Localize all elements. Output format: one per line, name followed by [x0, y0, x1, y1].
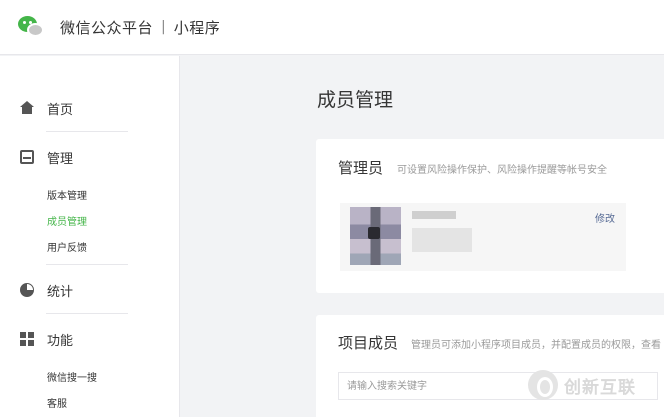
- admin-card-description: 可设置风险操作保护、风险操作提醒等帐号安全: [397, 165, 607, 176]
- features-icon: [20, 332, 34, 346]
- sidebar-divider: [46, 313, 128, 314]
- sidebar-item-label: 管理: [47, 151, 74, 167]
- wechat-logo-icon[interactable]: [18, 14, 46, 40]
- sidebar-item-features[interactable]: 功能: [0, 329, 180, 349]
- watermark-logo-icon: [528, 370, 558, 400]
- sidebar-item-label: 统计: [47, 284, 74, 300]
- sidebar-subitem-user-feedback[interactable]: 用户反馈: [47, 239, 87, 254]
- members-card-description: 管理员可添加小程序项目成员，并配置成员的权限，查看: [411, 340, 661, 351]
- edit-admin-link[interactable]: 修改: [595, 210, 615, 225]
- sidebar-divider: [46, 131, 128, 132]
- page-title: 成员管理: [317, 89, 394, 111]
- avatar: [350, 207, 401, 265]
- stats-icon: [20, 283, 34, 297]
- home-icon: [20, 101, 34, 115]
- admin-info-redacted: [412, 228, 472, 252]
- top-bar: 微信公众平台 | 小程序: [0, 0, 664, 55]
- sidebar-subitem-member-management[interactable]: 成员管理: [47, 213, 87, 228]
- sidebar-subitem-version-management[interactable]: 版本管理: [47, 187, 87, 202]
- watermark-text: 创新互联: [564, 377, 636, 398]
- app-window: 微信公众平台 | 小程序 首页 管理 版本管理 成员管理 用户反馈 统计 功能 …: [0, 0, 664, 417]
- sidebar-item-label: 首页: [47, 102, 74, 118]
- section-title: 小程序: [173, 18, 221, 37]
- sidebar-item-label: 功能: [47, 333, 74, 349]
- sidebar-divider: [46, 264, 128, 265]
- sidebar-item-home[interactable]: 首页: [0, 98, 180, 118]
- members-card-title: 项目成员: [338, 334, 399, 352]
- sidebar: 首页 管理 版本管理 成员管理 用户反馈 统计 功能 微信搜一搜 客服: [0, 56, 180, 417]
- sidebar-subitem-customer-service[interactable]: 客服: [47, 395, 67, 410]
- sidebar-item-manage[interactable]: 管理: [0, 147, 180, 167]
- admin-name-redacted: [412, 211, 456, 219]
- admin-member-row: 修改: [340, 203, 626, 271]
- platform-title[interactable]: 微信公众平台: [60, 17, 153, 38]
- manage-icon: [20, 150, 34, 164]
- members-card: 项目成员 管理员可添加小程序项目成员，并配置成员的权限，查看: [316, 315, 664, 417]
- title-separator: |: [161, 19, 166, 35]
- admin-card-title: 管理员: [338, 159, 384, 177]
- watermark: 创新互联: [528, 370, 636, 400]
- admin-card: 管理员 可设置风险操作保护、风险操作提醒等帐号安全 修改: [316, 139, 664, 293]
- sidebar-subitem-wechat-search[interactable]: 微信搜一搜: [47, 369, 97, 384]
- sidebar-item-stats[interactable]: 统计: [0, 280, 180, 300]
